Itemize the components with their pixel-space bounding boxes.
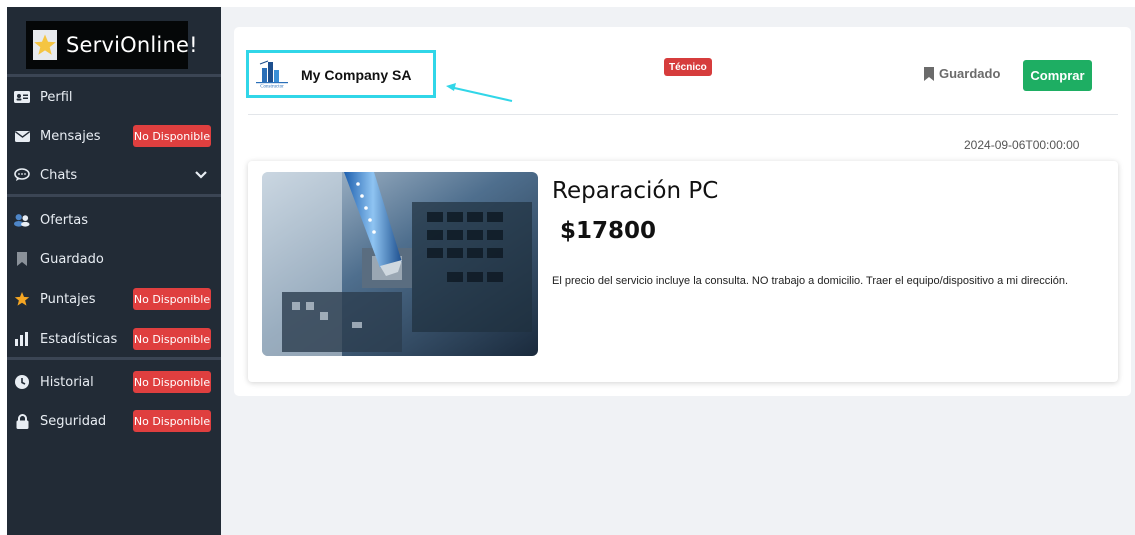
sidebar-item-label: Mensajes bbox=[40, 128, 101, 144]
save-button-label: Guardado bbox=[939, 66, 1001, 81]
divider bbox=[7, 194, 221, 197]
users-icon bbox=[14, 212, 30, 228]
sidebar-item-label: Chats bbox=[40, 167, 78, 183]
save-button[interactable]: Guardado bbox=[924, 66, 1000, 81]
buy-button[interactable]: Comprar bbox=[1023, 60, 1092, 91]
status-badge: No Disponible bbox=[133, 125, 211, 147]
svg-text:Constructor: Constructor bbox=[260, 85, 284, 90]
status-badge: No Disponible bbox=[133, 328, 211, 350]
sidebar-item-label: Estadísticas bbox=[40, 331, 118, 347]
clock-icon bbox=[14, 374, 30, 390]
bookmark-icon bbox=[14, 251, 30, 267]
sidebar-item-seguridad[interactable]: Seguridad No Disponible bbox=[7, 406, 221, 436]
sidebar-item-label: Ofertas bbox=[40, 212, 88, 228]
id-card-icon bbox=[14, 89, 30, 105]
lock-icon bbox=[14, 413, 30, 429]
sidebar-item-label: Perfil bbox=[40, 89, 73, 105]
divider bbox=[7, 74, 221, 77]
status-badge: No Disponible bbox=[133, 288, 211, 310]
chevron-down-icon[interactable] bbox=[195, 168, 207, 183]
bar-chart-icon bbox=[14, 331, 30, 347]
brand-logo[interactable]: ServiOnline! bbox=[26, 21, 198, 69]
sidebar-item-label: Puntajes bbox=[40, 291, 96, 307]
annotation-arrow bbox=[446, 83, 513, 102]
star-icon bbox=[33, 30, 57, 60]
service-description: El precio del servicio incluye la consul… bbox=[552, 275, 1069, 287]
sidebar-item-estadisticas[interactable]: Estadísticas No Disponible bbox=[7, 324, 221, 354]
sidebar-item-ofertas[interactable]: Ofertas bbox=[7, 205, 221, 235]
status-badge: No Disponible bbox=[133, 410, 211, 432]
service-price: $17800 bbox=[560, 218, 657, 244]
sidebar-item-historial[interactable]: Historial No Disponible bbox=[7, 367, 221, 397]
chat-bubble-icon bbox=[14, 167, 30, 183]
divider bbox=[248, 114, 1118, 115]
sidebar-item-label: Historial bbox=[40, 374, 94, 390]
sidebar-item-puntajes[interactable]: Puntajes No Disponible bbox=[7, 284, 221, 314]
brand-title: ServiOnline! bbox=[66, 33, 198, 57]
sidebar-item-guardado[interactable]: Guardado bbox=[7, 244, 221, 274]
star-icon bbox=[14, 291, 30, 307]
company-name[interactable]: My Company SA bbox=[301, 67, 411, 83]
envelope-icon bbox=[14, 128, 30, 144]
divider bbox=[7, 357, 221, 360]
company-logo: Constructor bbox=[254, 58, 290, 90]
category-badge: Técnico bbox=[664, 58, 712, 76]
sidebar-item-label: Seguridad bbox=[40, 413, 107, 429]
sidebar-item-perfil[interactable]: Perfil bbox=[7, 82, 221, 112]
sidebar-item-chats[interactable]: Chats bbox=[7, 160, 221, 190]
bookmark-icon bbox=[924, 66, 934, 81]
service-title[interactable]: Reparación PC bbox=[552, 178, 718, 204]
service-image[interactable] bbox=[262, 172, 538, 356]
sidebar-item-label: Guardado bbox=[40, 251, 104, 267]
status-badge: No Disponible bbox=[133, 371, 211, 393]
company-header[interactable]: Constructor My Company SA bbox=[246, 50, 436, 98]
sidebar-item-mensajes[interactable]: Mensajes No Disponible bbox=[7, 121, 221, 151]
listing-date: 2024-09-06T00:00:00 bbox=[964, 138, 1080, 152]
